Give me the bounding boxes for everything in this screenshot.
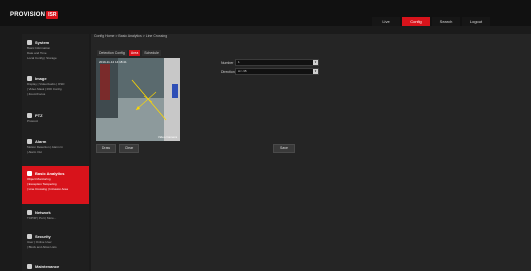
- sidebar-link[interactable]: Protocol: [27, 119, 89, 124]
- sidebar-section-network[interactable]: Network TCP/IP | Port | More...: [22, 208, 89, 221]
- sidebar-title-image: Image: [35, 75, 47, 81]
- tab-schedule[interactable]: Schedule: [142, 50, 161, 56]
- nav-config[interactable]: Config: [402, 17, 430, 26]
- direction-select[interactable]: A<->B ▾: [235, 68, 319, 75]
- sidebar-title-security: Security: [35, 233, 51, 239]
- image-icon: [27, 75, 32, 81]
- number-row: Number 1 ▾: [221, 59, 319, 66]
- sidebar-link[interactable]: | Line Crossing | Intrusion Area: [27, 187, 89, 192]
- sidebar-title-system: System: [35, 39, 50, 45]
- network-icon: [27, 209, 32, 215]
- chevron-down-icon[interactable]: ▾: [313, 60, 318, 65]
- main-panel: Config Home > Basic Analytics > Line Cro…: [91, 34, 531, 271]
- sidebar-link[interactable]: Local Config | Storage: [27, 56, 89, 61]
- video-camera-name: Video Camera: [157, 135, 177, 139]
- video-timestamp: 2019-11-12 14:18:41: [99, 60, 127, 64]
- sidebar-link[interactable]: | Block and Allow Lists: [27, 245, 89, 250]
- sidebar-section-security[interactable]: Security User | Online User | Block and …: [22, 232, 89, 250]
- number-label: Number: [221, 60, 234, 65]
- sidebar-title-maintenance: Maintenance: [35, 263, 60, 269]
- brand-name: PROVISION: [10, 11, 46, 18]
- direction-label: Direction: [221, 69, 235, 74]
- tab-detection-config[interactable]: Detection Config: [97, 50, 127, 56]
- number-select[interactable]: 1 ▾: [235, 59, 319, 66]
- direction-row: Direction A<->B ▾: [221, 68, 319, 75]
- brand-badge: ISR: [46, 10, 59, 19]
- shield-icon: [27, 233, 32, 239]
- sidebar-title-basic-analytics: Basic Analytics: [35, 170, 65, 176]
- save-button[interactable]: Save: [273, 144, 295, 153]
- tab-bar: Detection Config Area Schedule: [97, 50, 163, 56]
- gear-icon: [27, 39, 32, 45]
- sidebar-link[interactable]: TCP/IP | Port | More...: [27, 216, 89, 221]
- alarm-icon: [27, 138, 32, 144]
- nav-search[interactable]: Search: [432, 17, 460, 26]
- breadcrumb: Config Home > Basic Analytics > Line Cro…: [94, 34, 168, 38]
- brand-logo: PROVISION ISR: [10, 9, 59, 20]
- sidebar-section-basic-analytics[interactable]: Basic Analytics Object Monitoring | Exce…: [22, 166, 89, 204]
- nav-live[interactable]: Live: [372, 17, 400, 26]
- draw-button[interactable]: Draw: [96, 144, 116, 153]
- sidebar-section-alarm[interactable]: Alarm Motion Detection | Alarm In | Alar…: [22, 137, 89, 155]
- analytics-icon: [27, 170, 32, 176]
- clear-button[interactable]: Clear: [119, 144, 139, 153]
- sidebar-title-network: Network: [35, 209, 51, 215]
- sidebar-section-image[interactable]: Image Display | Video/Audio | OSD | Vide…: [22, 74, 89, 97]
- sidebar-link[interactable]: | Zoom/Focus: [27, 92, 89, 97]
- sidebar-section-ptz[interactable]: PTZ Protocol: [22, 111, 89, 124]
- sidebar-section-maintenance[interactable]: Maintenance: [22, 262, 89, 270]
- line-crossing-overlay[interactable]: [96, 58, 180, 141]
- number-value: 1: [238, 60, 240, 64]
- ptz-icon: [27, 112, 32, 118]
- top-bar: PROVISION ISR Live Config Search Logout: [0, 0, 531, 26]
- nav-logout[interactable]: Logout: [462, 17, 490, 26]
- top-nav: Live Config Search Logout: [372, 17, 490, 26]
- sidebar-link[interactable]: | Alarm Out: [27, 150, 89, 155]
- sidebar-title-ptz: PTZ: [35, 112, 43, 118]
- direction-value: A<->B: [238, 69, 247, 73]
- video-preview[interactable]: 2019-11-12 14:18:41 Video Camera: [96, 58, 180, 141]
- sidebar-section-system[interactable]: System Basic Information Date and Time L…: [22, 38, 89, 61]
- sidebar-title-alarm: Alarm: [35, 138, 47, 144]
- tab-area[interactable]: Area: [128, 50, 141, 56]
- wrench-icon: [27, 263, 32, 269]
- sidebar: System Basic Information Date and Time L…: [22, 34, 89, 271]
- chevron-down-icon[interactable]: ▾: [313, 69, 318, 74]
